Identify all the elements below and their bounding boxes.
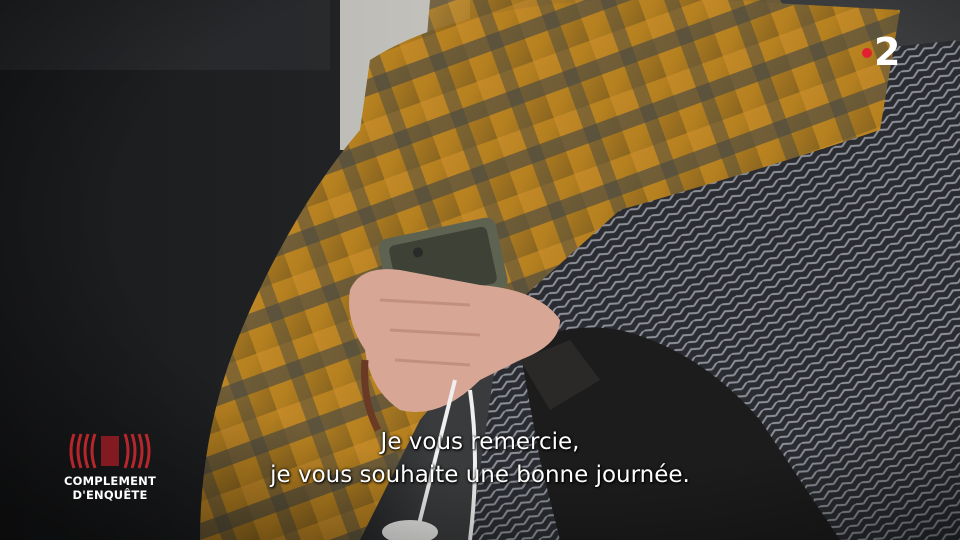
video-frame: 2 Je vous remercie, je vous souhaite une…	[0, 0, 960, 540]
show-logo-line-1: COMPLEMENT	[63, 474, 157, 488]
show-logo: COMPLEMENT D'ENQUÊTE	[52, 430, 168, 504]
france-2-logo: 2	[858, 30, 918, 74]
red-dot-icon	[862, 48, 872, 58]
channel-number: 2	[874, 30, 901, 74]
show-logo-mark-icon	[69, 433, 151, 469]
show-logo-line-2: D'ENQUÊTE	[72, 488, 148, 502]
